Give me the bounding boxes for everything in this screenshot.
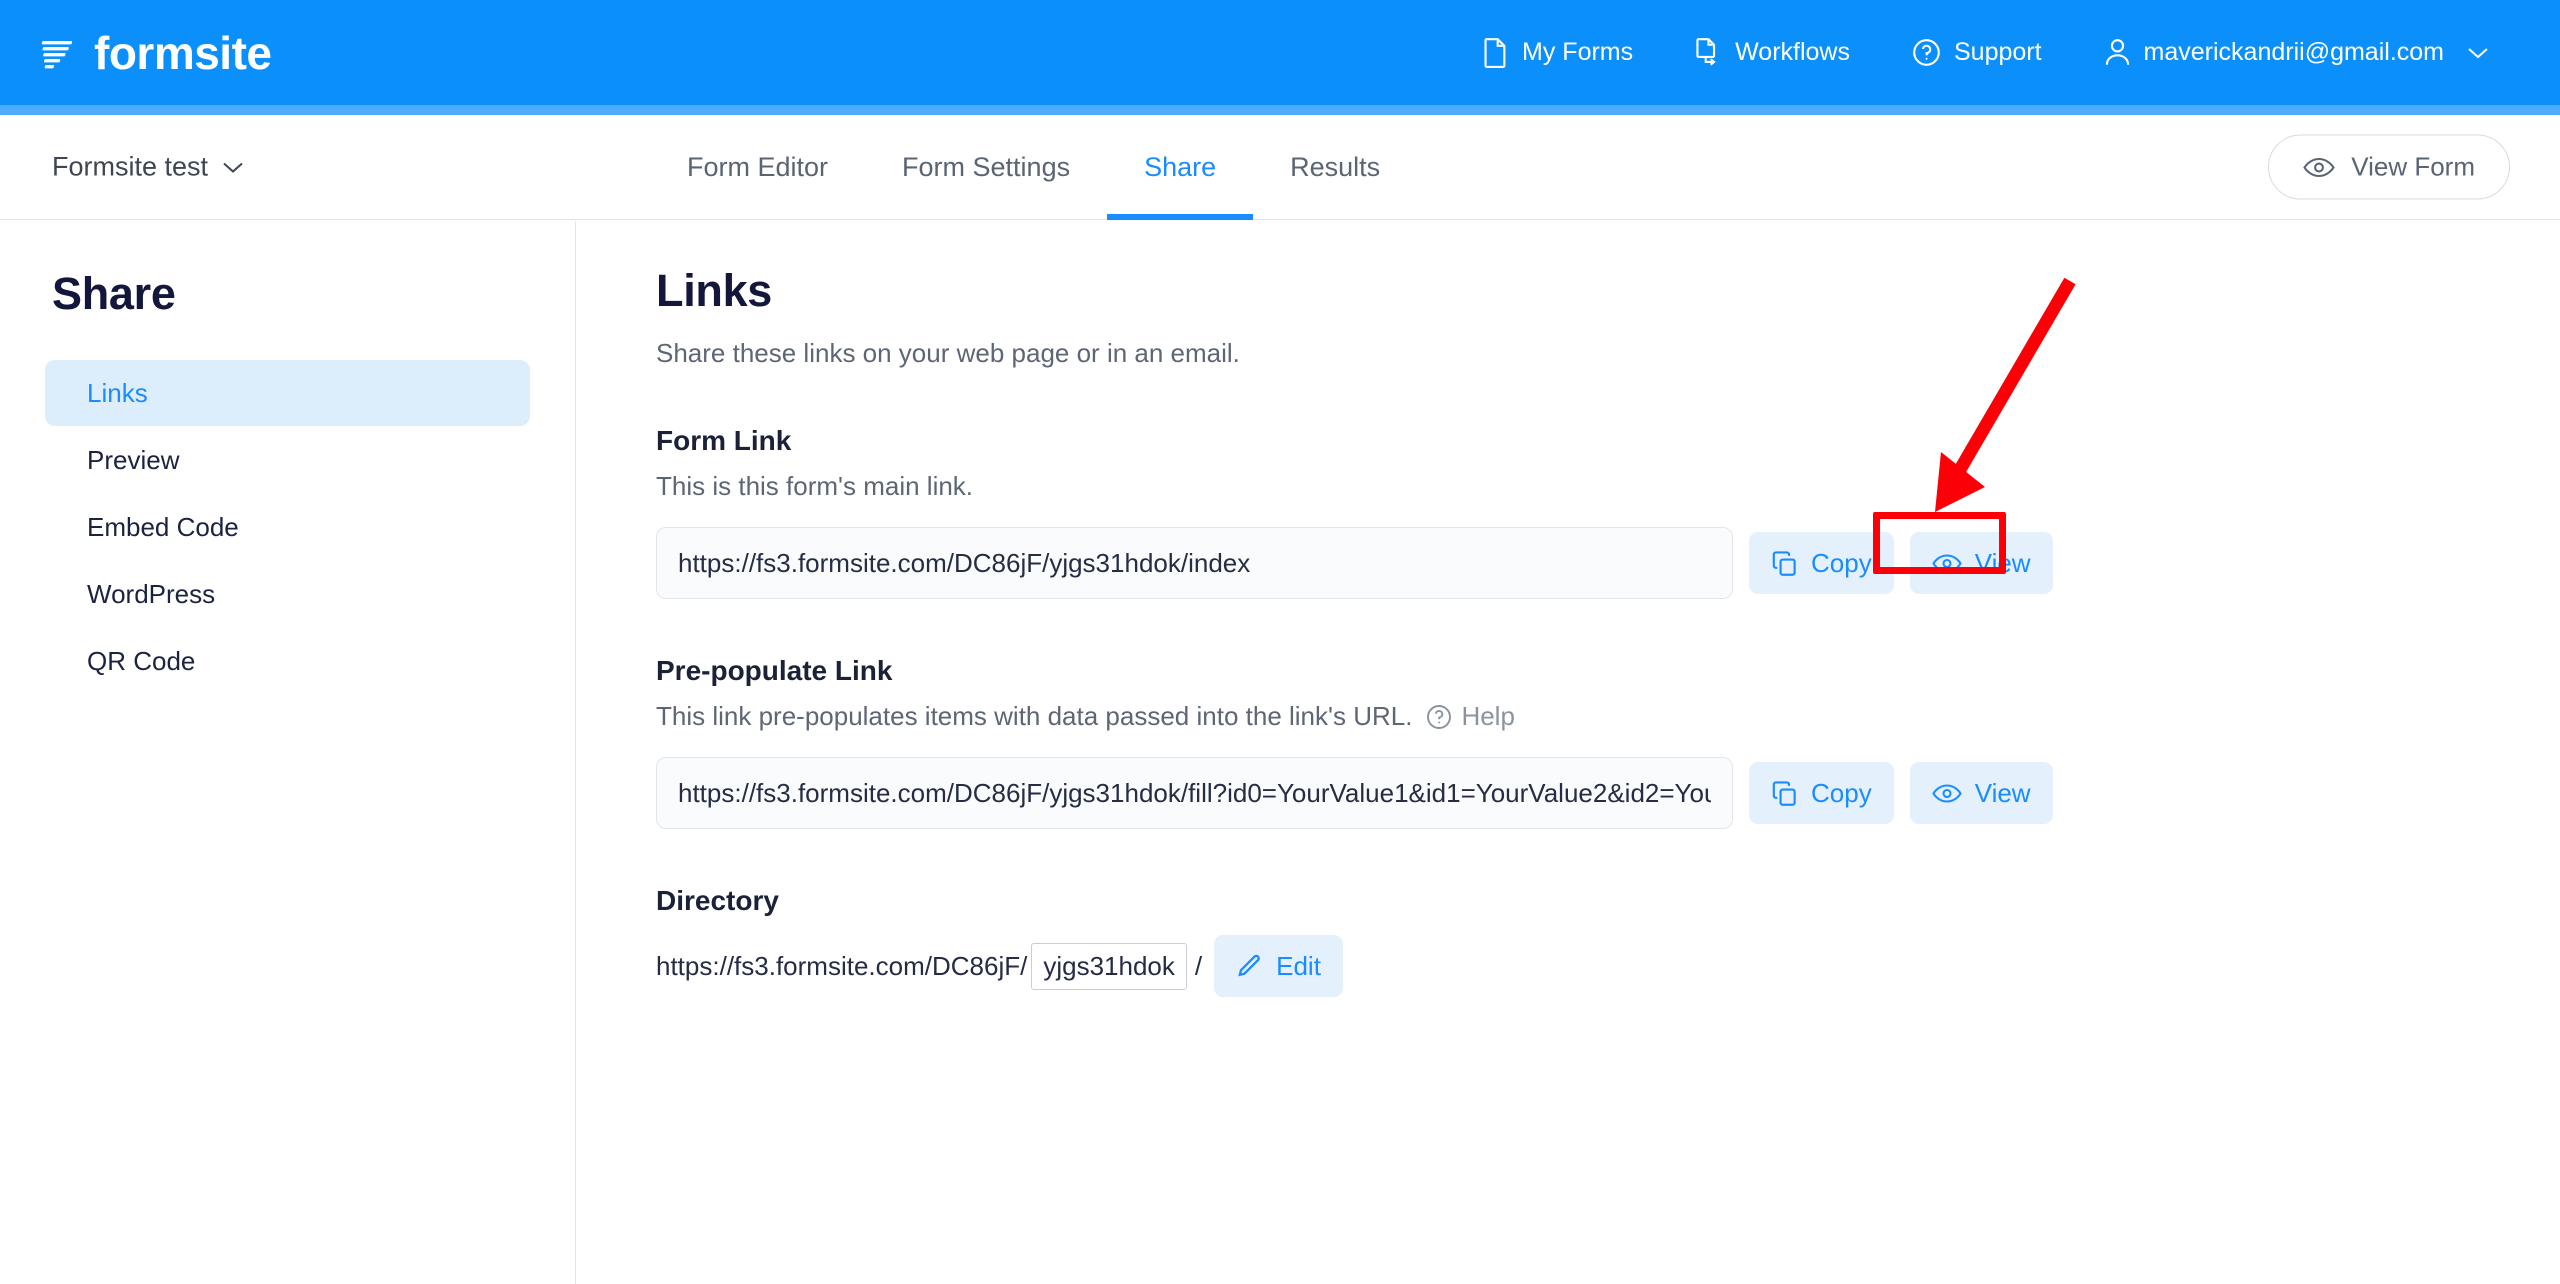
prepopulate-link-value: https://fs3.formsite.com/DC86jF/yjgs31hd…: [678, 777, 1711, 808]
header-accent-strip: [0, 105, 2560, 115]
nav-workflows[interactable]: Workflows: [1664, 37, 1881, 68]
chevron-down-icon: [223, 162, 243, 173]
prepopulate-link-description: This link pre-populates items with data …: [656, 701, 2560, 732]
tab-form-editor-label: Form Editor: [687, 152, 829, 182]
eye-icon: [1932, 783, 1962, 803]
chevron-down-icon: [2468, 47, 2488, 58]
sidebar-item-qr-code[interactable]: QR Code: [45, 628, 530, 694]
nav-account-menu[interactable]: maverickandrii@gmail.com: [2073, 38, 2520, 67]
tab-form-settings[interactable]: Form Settings: [865, 115, 1107, 220]
prepopulate-help-label: Help: [1461, 701, 1515, 731]
tab-results[interactable]: Results: [1253, 115, 1417, 220]
nav-support-label: Support: [1953, 38, 2042, 66]
nav-my-forms-label: My Forms: [1522, 38, 1634, 66]
share-sidebar: Share Links Preview Embed Code WordPress…: [0, 221, 576, 1284]
tab-share-label: Share: [1144, 152, 1217, 182]
sidebar-item-preview[interactable]: Preview: [45, 427, 530, 493]
prepopulate-link-section: Pre-populate Link This link pre-populate…: [656, 655, 2560, 829]
prepopulate-link-copy-label: Copy: [1811, 777, 1872, 808]
prepopulate-link-description-text: This link pre-populates items with data …: [656, 701, 1413, 731]
copy-icon: [1772, 780, 1796, 806]
formsite-lines-logo-icon: [41, 40, 73, 68]
directory-trailing-slash: /: [1194, 950, 1203, 981]
view-form-button[interactable]: View Form: [2268, 134, 2510, 200]
page-title: Links: [656, 265, 773, 316]
eye-icon: [2303, 157, 2335, 177]
prepopulate-link-row: https://fs3.formsite.com/DC86jF/yjgs31hd…: [656, 757, 2560, 829]
form-link-value: https://fs3.formsite.com/DC86jF/yjgs31hd…: [678, 547, 1251, 578]
pencil-icon: [1238, 954, 1260, 976]
form-link-description-text: This is this form's main link.: [656, 471, 974, 501]
form-link-title: Form Link: [656, 425, 792, 456]
directory-title: Directory: [656, 885, 779, 916]
directory-name-input[interactable]: yjgs31hdok: [1031, 942, 1187, 990]
form-link-section: Form Link This is this form's main link.…: [656, 425, 2560, 599]
question-circle-icon: [1427, 704, 1452, 729]
sidebar-item-qr-code-label: QR Code: [87, 645, 196, 676]
workflow-icon: [1696, 38, 1716, 66]
tab-form-editor[interactable]: Form Editor: [650, 115, 865, 220]
tab-share[interactable]: Share: [1107, 115, 1254, 220]
sidebar-item-wordpress-label: WordPress: [87, 578, 216, 609]
form-link-description: This is this form's main link.: [656, 471, 2560, 502]
sub-header-bar: Formsite test Form Editor Form Settings …: [0, 115, 2560, 220]
view-form-label: View Form: [2351, 151, 2475, 182]
sidebar-heading: Share: [52, 268, 176, 319]
prepopulate-link-copy-button[interactable]: Copy: [1749, 762, 1894, 824]
brand-logo[interactable]: formsite: [40, 26, 272, 79]
directory-base-url: https://fs3.formsite.com/DC86jF/: [656, 950, 1028, 981]
form-link-row: https://fs3.formsite.com/DC86jF/yjgs31hd…: [656, 527, 2560, 599]
sidebar-nav: Links Preview Embed Code WordPress QR Co…: [0, 360, 575, 694]
prepopulate-link-view-label: View: [1974, 777, 2031, 808]
prepopulate-help-link[interactable]: Help: [1426, 701, 1515, 732]
form-link-input[interactable]: https://fs3.formsite.com/DC86jF/yjgs31hd…: [656, 527, 1733, 599]
prepopulate-link-view-button[interactable]: View: [1909, 762, 2053, 824]
document-icon: [1484, 38, 1506, 68]
copy-icon: [1772, 550, 1796, 576]
form-link-copy-button[interactable]: Copy: [1749, 532, 1894, 594]
nav-support[interactable]: Support: [1881, 38, 2073, 67]
form-selector-dropdown[interactable]: Formsite test: [52, 152, 244, 183]
directory-edit-button[interactable]: Edit: [1214, 935, 1343, 997]
sidebar-item-embed-code[interactable]: Embed Code: [45, 494, 530, 560]
form-tabs: Form Editor Form Settings Share Results: [650, 115, 1417, 220]
main-content: Links Share these links on your web page…: [576, 221, 2560, 1284]
nav-workflows-label: Workflows: [1735, 38, 1850, 66]
directory-edit-label: Edit: [1276, 950, 1321, 981]
directory-row: https://fs3.formsite.com/DC86jF/ yjgs31h…: [656, 935, 2560, 997]
view-button-highlight-box: [1873, 512, 2006, 574]
brand-name: formsite: [94, 26, 272, 79]
prepopulate-link-input[interactable]: https://fs3.formsite.com/DC86jF/yjgs31hd…: [656, 757, 1733, 829]
tab-form-settings-label: Form Settings: [902, 152, 1071, 182]
question-circle-icon: [1913, 39, 1940, 66]
tab-results-label: Results: [1290, 152, 1381, 182]
user-icon: [2105, 39, 2129, 65]
nav-my-forms[interactable]: My Forms: [1451, 37, 1664, 68]
sidebar-item-wordpress[interactable]: WordPress: [45, 561, 530, 627]
form-link-copy-label: Copy: [1811, 547, 1872, 578]
sidebar-item-links[interactable]: Links: [45, 360, 530, 426]
prepopulate-link-title: Pre-populate Link: [656, 655, 893, 686]
nav-account-label: maverickandrii@gmail.com: [2143, 38, 2444, 66]
form-name-label: Formsite test: [52, 151, 209, 182]
sidebar-item-preview-label: Preview: [87, 444, 180, 475]
top-header-bar: formsite My Forms Workflows Support mave…: [0, 0, 2560, 105]
directory-section: Directory https://fs3.formsite.com/DC86j…: [656, 885, 2560, 997]
page-subtitle: Share these links on your web page or in…: [656, 338, 1240, 368]
sidebar-item-embed-code-label: Embed Code: [87, 511, 239, 542]
sidebar-item-links-label: Links: [87, 377, 148, 408]
top-navigation: My Forms Workflows Support maverickandri…: [1451, 0, 2520, 105]
